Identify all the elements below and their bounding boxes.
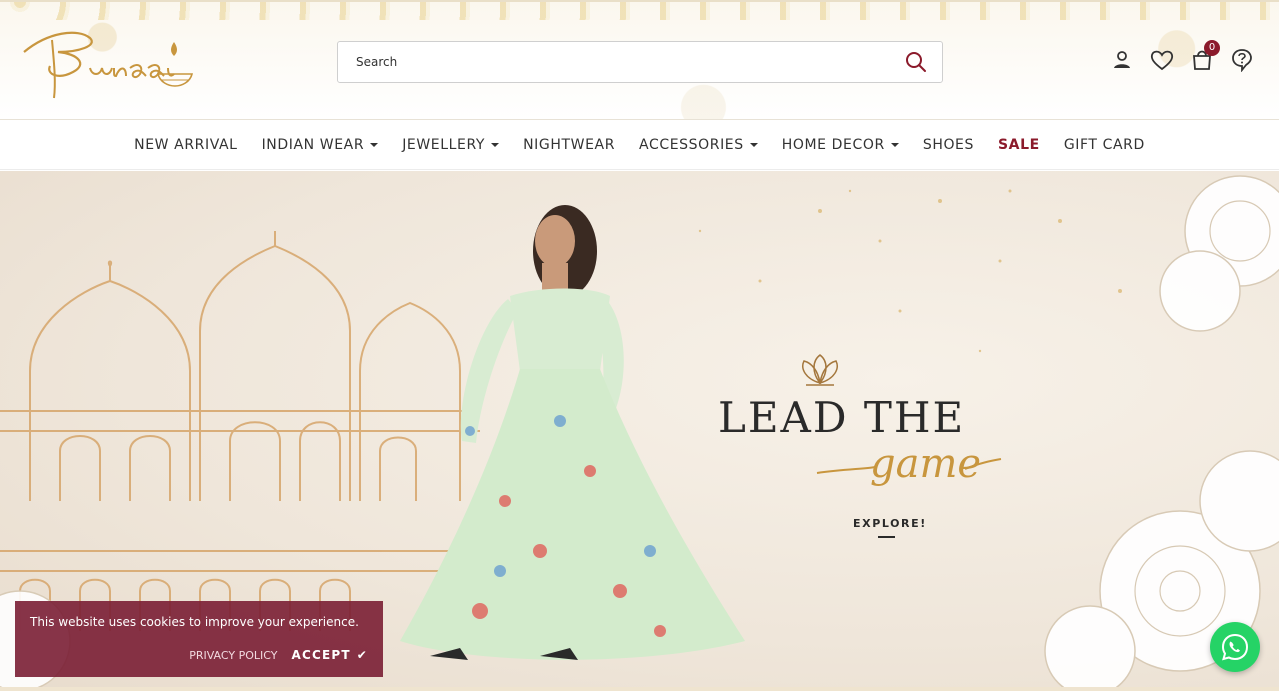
nav-label: SALE (998, 136, 1040, 153)
nav-item-nightwear[interactable]: NIGHTWEAR (511, 120, 627, 169)
nav-item-indian-wear[interactable]: INDIAN WEAR (250, 120, 391, 169)
header-actions: 0 (1110, 40, 1254, 74)
wishlist-button[interactable] (1150, 48, 1174, 72)
bunaai-logo[interactable] (18, 22, 194, 100)
accept-cookies-button[interactable]: ACCEPT ✔ (291, 648, 368, 662)
account-icon (1114, 51, 1130, 68)
help-icon (1232, 49, 1252, 72)
search-icon (906, 52, 926, 72)
explore-link[interactable]: EXPLORE! (853, 517, 927, 530)
nav-item-gift-card[interactable]: GIFT CARD (1052, 120, 1157, 169)
nav-label: INDIAN WEAR (261, 136, 365, 153)
checkmark-icon: ✔ (356, 648, 368, 662)
explore-underline (878, 536, 895, 538)
nav-item-home-decor[interactable]: HOME DECOR (770, 120, 911, 169)
cookie-banner: This website uses cookies to improve you… (15, 601, 383, 677)
hero-script-text: game (816, 441, 1002, 487)
caret-down-icon (749, 143, 758, 147)
caret-down-icon (370, 143, 379, 147)
help-button[interactable] (1230, 48, 1254, 72)
whatsapp-icon (1221, 633, 1249, 661)
nav-item-sale[interactable]: SALE (986, 120, 1052, 169)
search-input[interactable] (338, 42, 890, 82)
cart-count-badge: 0 (1204, 40, 1220, 56)
cookie-actions: PRIVACY POLICY ACCEPT ✔ (189, 648, 368, 662)
site-header: 0 (0, 0, 1279, 120)
accept-label: ACCEPT (291, 648, 351, 662)
nav-label: NIGHTWEAR (523, 136, 616, 153)
nav-label: NEW ARRIVAL (134, 136, 238, 153)
nav-item-new-arrival[interactable]: NEW ARRIVAL (122, 120, 249, 169)
cart-button[interactable]: 0 (1190, 40, 1220, 72)
nav-label: JEWELLERY (402, 136, 486, 153)
logo-mark (23, 31, 194, 99)
whatsapp-chat-button[interactable] (1210, 622, 1260, 672)
nav-label: SHOES (922, 136, 974, 153)
nav-label: HOME DECOR (781, 136, 885, 153)
caret-down-icon (890, 143, 899, 147)
privacy-policy-link[interactable]: PRIVACY POLICY (189, 649, 277, 662)
hero-script-word: game (870, 441, 981, 487)
nav-item-shoes[interactable]: SHOES (911, 120, 986, 169)
nav-label: GIFT CARD (1063, 136, 1145, 153)
main-navigation: NEW ARRIVAL INDIAN WEAR JEWELLERY NIGHTW… (0, 120, 1279, 170)
nav-item-accessories[interactable]: ACCESSORIES (627, 120, 770, 169)
search-button[interactable] (890, 42, 942, 82)
nav-item-jewellery[interactable]: JEWELLERY (390, 120, 511, 169)
search-bar (337, 41, 943, 83)
heart-icon (1150, 50, 1174, 71)
bottom-decorative-strip (0, 687, 1279, 691)
cookie-message: This website uses cookies to improve you… (30, 615, 359, 629)
caret-down-icon (491, 143, 500, 147)
account-button[interactable] (1110, 48, 1134, 72)
nav-label: ACCESSORIES (639, 136, 744, 153)
